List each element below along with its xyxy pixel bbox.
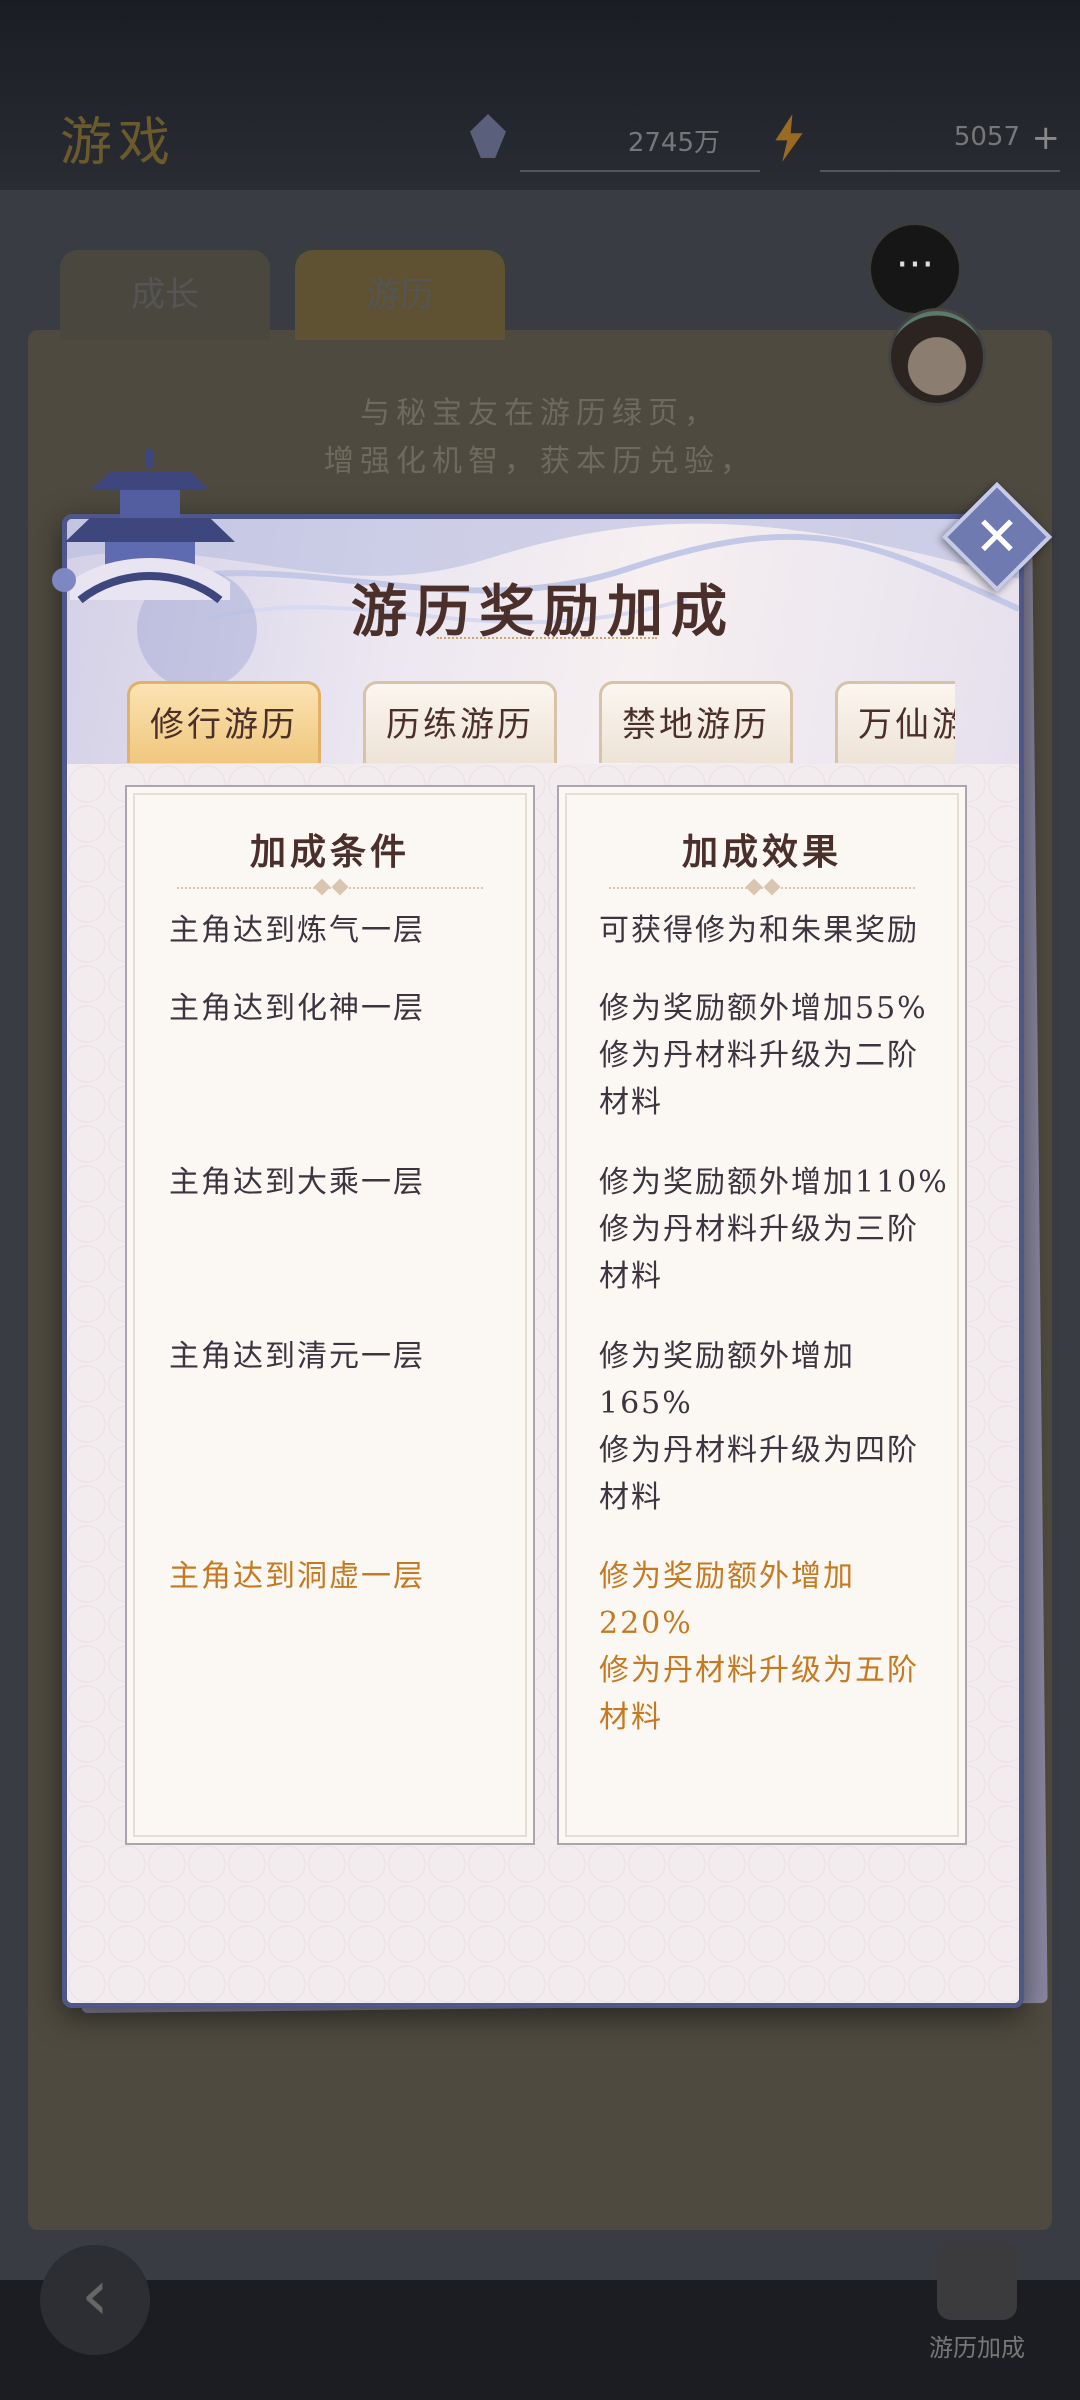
tab-forbidden-land-travel[interactable]: 禁地游历 [599, 681, 793, 763]
conditions-header: 加成条件 [249, 831, 410, 873]
effect-text-current: 修为奖励额外增加 220% 修为丹材料升级为五阶 材料 [599, 1559, 919, 1735]
chat-icon[interactable]: ··· [868, 222, 962, 316]
tab-training-travel[interactable]: 历练游历 [363, 681, 557, 763]
effect-text: 可获得修为和朱果奖励 [599, 913, 919, 948]
tab-immortal-travel[interactable]: 万仙游历 [835, 681, 955, 763]
crown-icon [937, 2240, 1017, 2320]
effect-text: 修为奖励额外增加55% 修为丹材料升级为二阶 材料 [599, 991, 928, 1120]
back-arrow-icon[interactable]: ‹ [40, 2245, 150, 2355]
header-divider [609, 878, 915, 896]
conditions-column: 加成条件 主角达到炼气一层 主角达到化神一层 主角达到大乘一层 主角达到清元一层… [125, 785, 535, 1845]
resource-value: 2745万 [627, 128, 720, 158]
effect-text: 修为奖励额外增加 165% 修为丹材料升级为四阶 材料 [599, 1339, 919, 1515]
condition-text: 主角达到大乘一层 [169, 1165, 425, 1200]
condition-text: 主角达到炼气一层 [169, 913, 425, 948]
background-tab: 游历 [295, 250, 505, 340]
close-icon[interactable]: ✕ [958, 498, 1036, 576]
condition-text: 主角达到化神一层 [169, 991, 425, 1026]
effects-header: 加成效果 [681, 831, 842, 873]
travel-reward-bonus-dialog: 游历奖励加成 修行游历 历练游历 禁地游历 万仙游历 加成条件 主角达到炼气一层… [62, 514, 1024, 2008]
effects-column: 加成效果 可获得修为和朱果奖励 修为奖励额外增加55% 修为丹材料升级为二阶 材… [557, 785, 967, 1845]
background-tab: 成长 [60, 250, 270, 340]
condition-text: 主角达到清元一层 [169, 1339, 425, 1374]
header-divider [177, 878, 483, 896]
travel-bonus-label: 游历加成 [929, 2334, 1025, 2362]
pagoda-ornament [52, 450, 235, 604]
effect-text: 修为奖励额外增加110% 修为丹材料升级为三阶 材料 [599, 1165, 949, 1294]
screen-title: 游戏 [60, 113, 177, 173]
resource-counter-gems: 2745万 [470, 110, 760, 172]
condition-text-current: 主角达到洞虚一层 [169, 1559, 425, 1594]
resource-counter-energy: 5057 + [775, 110, 1061, 172]
travel-bonus-button[interactable]: 游历加成 [912, 2240, 1042, 2380]
add-icon: + [1031, 118, 1061, 158]
resource-value: 5057 [953, 122, 1020, 152]
avatar[interactable] [888, 308, 986, 406]
tab-cultivation-travel[interactable]: 修行游历 [127, 681, 321, 763]
